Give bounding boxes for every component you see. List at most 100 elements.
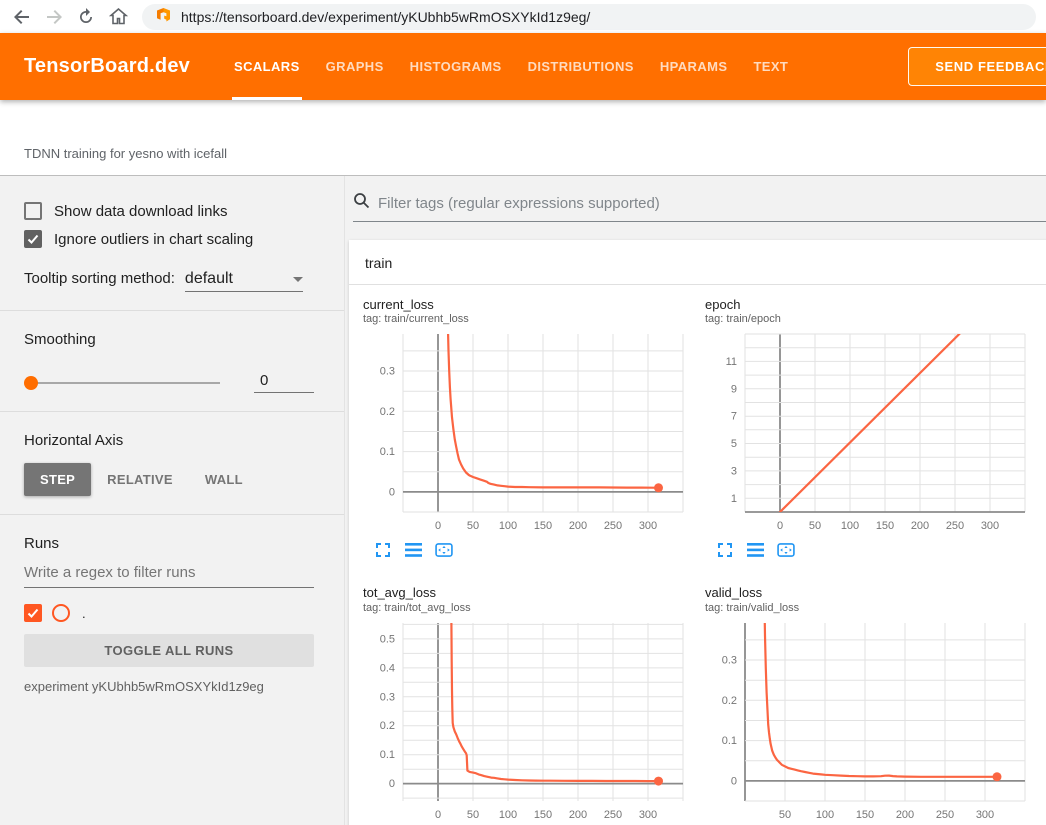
show-download-links-label: Show data download links <box>54 203 227 220</box>
filter-tags-input[interactable] <box>378 195 1046 212</box>
svg-text:0.2: 0.2 <box>722 694 737 706</box>
tab-distributions[interactable]: DISTRIBUTIONS <box>528 33 634 100</box>
forward-icon[interactable] <box>42 5 66 29</box>
home-icon[interactable] <box>106 5 130 29</box>
axis-wall-button[interactable]: WALL <box>189 463 259 496</box>
svg-text:300: 300 <box>639 809 657 821</box>
runs-label: Runs <box>24 535 314 552</box>
train-section-card: train current_losstag: train/current_los… <box>349 240 1046 825</box>
svg-text:0: 0 <box>435 520 441 532</box>
expand-chart-icon[interactable] <box>717 541 735 559</box>
axis-relative-button[interactable]: RELATIVE <box>91 463 189 496</box>
app-header: TensorBoard.dev SCALARS GRAPHS HISTOGRAM… <box>0 33 1046 100</box>
svg-text:0.4: 0.4 <box>380 662 395 674</box>
smoothing-slider[interactable] <box>26 382 220 384</box>
smoothing-slider-thumb[interactable] <box>24 376 38 390</box>
runs-selector-icon[interactable] <box>747 541 765 559</box>
tab-graphs[interactable]: GRAPHS <box>326 33 384 100</box>
chevron-down-icon <box>293 277 303 282</box>
search-icon <box>353 192 370 214</box>
chart-plot[interactable]: 0501001502002503001357911 <box>705 329 1043 535</box>
runs-selector-icon[interactable] <box>405 541 423 559</box>
svg-text:200: 200 <box>569 809 587 821</box>
runs-section: Runs . TOGGLE ALL RUNS experiment yKUbhb… <box>0 515 344 712</box>
general-settings-section: Show data download links Ignore outliers… <box>0 176 344 311</box>
runs-filter-input[interactable] <box>24 556 314 588</box>
svg-text:0.5: 0.5 <box>380 633 395 645</box>
tab-scalars[interactable]: SCALARS <box>234 33 300 100</box>
run-visibility-checkbox[interactable] <box>24 604 42 622</box>
chart-card-current_loss: current_losstag: train/current_loss05010… <box>363 297 701 559</box>
svg-text:0.2: 0.2 <box>380 720 395 732</box>
svg-text:150: 150 <box>856 809 874 821</box>
svg-text:250: 250 <box>936 809 954 821</box>
reload-icon[interactable] <box>74 5 98 29</box>
tab-histograms[interactable]: HISTOGRAMS <box>410 33 502 100</box>
chart-title: valid_loss <box>705 585 1043 601</box>
chart-plot[interactable]: 5010015020025030000.10.20.3 <box>705 618 1043 824</box>
svg-text:300: 300 <box>976 809 994 821</box>
svg-text:11: 11 <box>726 356 737 368</box>
smoothing-label: Smoothing <box>24 331 314 348</box>
tooltip-sorting-label: Tooltip sorting method: <box>24 270 175 287</box>
horizontal-axis-section: Horizontal Axis STEP RELATIVE WALL <box>0 412 344 515</box>
experiment-subtitle-band: TDNN training for yesno with icefall <box>0 100 1046 176</box>
svg-text:5: 5 <box>731 438 737 450</box>
svg-text:0: 0 <box>389 487 395 499</box>
svg-text:150: 150 <box>534 809 552 821</box>
show-download-links-checkbox[interactable] <box>24 202 42 220</box>
experiment-subtitle: TDNN training for yesno with icefall <box>24 146 227 161</box>
axis-step-button[interactable]: STEP <box>24 463 91 496</box>
svg-text:9: 9 <box>731 384 737 396</box>
tooltip-sorting-value: default <box>185 270 233 288</box>
expand-chart-icon[interactable] <box>375 541 393 559</box>
tooltip-sorting-dropdown[interactable]: default <box>185 270 303 292</box>
train-section-header[interactable]: train <box>349 240 1046 285</box>
svg-text:250: 250 <box>604 520 622 532</box>
smoothing-section: Smoothing <box>0 311 344 412</box>
address-bar[interactable]: https://tensorboard.dev/experiment/yKUbh… <box>142 4 1036 30</box>
train-section-title: train <box>365 255 392 271</box>
ignore-outliers-row[interactable]: Ignore outliers in chart scaling <box>24 230 314 248</box>
chart-toolbar <box>717 541 1043 559</box>
chart-tag: tag: train/valid_loss <box>705 602 1043 614</box>
chart-title: current_loss <box>363 297 701 313</box>
chart-title: tot_avg_loss <box>363 585 701 601</box>
tab-hparams[interactable]: HPARAMS <box>660 33 728 100</box>
svg-text:100: 100 <box>499 520 517 532</box>
chart-plot[interactable]: 05010015020025030000.10.20.3 <box>363 329 701 535</box>
fit-domain-icon[interactable] <box>435 541 453 559</box>
chart-card-epoch: epochtag: train/epoch0501001502002503001… <box>705 297 1043 559</box>
run-name-label: . <box>82 606 86 621</box>
svg-text:50: 50 <box>809 520 821 532</box>
main-content: train current_losstag: train/current_los… <box>345 176 1046 825</box>
svg-text:0.1: 0.1 <box>722 735 737 747</box>
back-icon[interactable] <box>10 5 34 29</box>
show-download-links-row[interactable]: Show data download links <box>24 202 314 220</box>
charts-grid: current_losstag: train/current_loss05010… <box>349 285 1046 825</box>
run-color-circle-icon[interactable] <box>52 604 70 622</box>
main-nav: SCALARS GRAPHS HISTOGRAMS DISTRIBUTIONS … <box>234 33 814 100</box>
chart-plot[interactable]: 05010015020025030000.10.20.30.40.5 <box>363 618 701 824</box>
chart-card-valid_loss: valid_losstag: train/valid_loss501001502… <box>705 585 1043 825</box>
send-feedback-button[interactable]: SEND FEEDBACK <box>908 47 1046 86</box>
toggle-all-runs-button[interactable]: TOGGLE ALL RUNS <box>24 634 314 667</box>
svg-text:100: 100 <box>499 809 517 821</box>
chart-tag: tag: train/current_loss <box>363 313 701 325</box>
fit-domain-icon[interactable] <box>777 541 795 559</box>
smoothing-value-input[interactable] <box>254 372 314 393</box>
svg-text:200: 200 <box>896 809 914 821</box>
svg-text:0.1: 0.1 <box>380 749 395 761</box>
svg-text:0.2: 0.2 <box>380 406 395 418</box>
svg-text:100: 100 <box>816 809 834 821</box>
chart-tag: tag: train/epoch <box>705 313 1043 325</box>
svg-text:0: 0 <box>777 520 783 532</box>
run-list-item[interactable]: . <box>24 604 314 622</box>
series-end-dot <box>654 484 663 493</box>
ignore-outliers-checkbox[interactable] <box>24 230 42 248</box>
svg-text:200: 200 <box>911 520 929 532</box>
tab-text[interactable]: TEXT <box>753 33 788 100</box>
brand-title: TensorBoard.dev <box>24 55 190 78</box>
chart-toolbar <box>375 541 701 559</box>
svg-text:0.3: 0.3 <box>380 366 395 378</box>
